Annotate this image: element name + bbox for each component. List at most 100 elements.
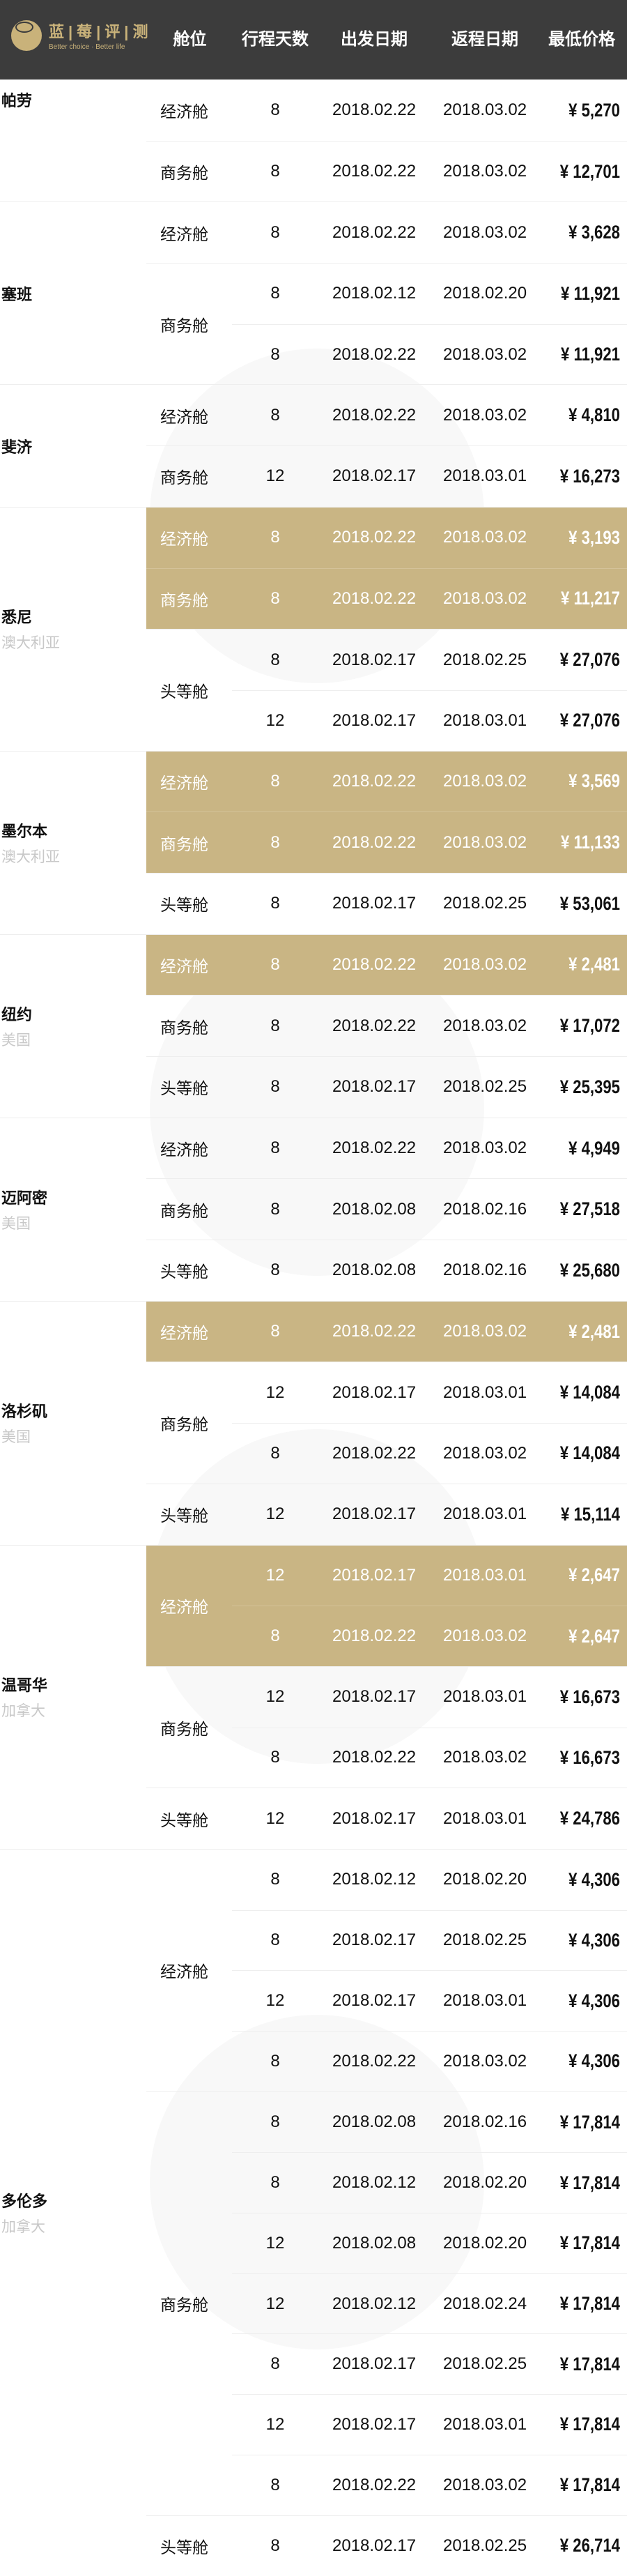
return-date: 2018.02.25 <box>443 1077 527 1097</box>
trip-days: 8 <box>247 284 303 303</box>
table-row: 82018.02.172018.02.25¥ 26,714 <box>232 2516 627 2576</box>
departure-date: 2018.02.17 <box>332 466 416 486</box>
cabin-class: 头等舱 <box>146 2516 232 2576</box>
return-date: 2018.03.02 <box>443 1444 527 1463</box>
return-date: 2018.03.02 <box>443 223 527 243</box>
cabin-block: 商务舱122018.02.172018.03.01¥ 14,08482018.0… <box>146 1362 627 1483</box>
table-row: 82018.02.172018.02.25¥ 4,306 <box>232 1910 627 1971</box>
city-name: 洛杉矶 <box>1 1399 146 1422</box>
table-row: 82018.02.222018.03.02¥ 17,814 <box>232 2455 627 2515</box>
departure-date: 2018.02.17 <box>332 1504 416 1524</box>
column-header-departure: 出发日期 <box>332 0 416 79</box>
cabin-list: 经济舱82018.02.222018.03.02¥ 2,481商务舱82018.… <box>146 935 627 1118</box>
trip-days: 8 <box>247 1077 303 1097</box>
return-date: 2018.03.02 <box>443 772 527 791</box>
city-group: 洛杉矶美国经济舱82018.02.222018.03.02¥ 2,481商务舱1… <box>0 1301 627 1545</box>
return-date: 2018.02.20 <box>443 284 527 303</box>
departure-date: 2018.02.08 <box>332 2234 416 2253</box>
return-date: 2018.03.01 <box>443 1991 527 2011</box>
lowest-price: ¥ 14,084 <box>540 1442 620 1464</box>
return-date: 2018.03.02 <box>443 955 527 975</box>
fare-rows: 122018.02.172018.03.01¥ 16,273 <box>232 446 627 507</box>
city-group: 迈阿密美国经济舱82018.02.222018.03.02¥ 4,949商务舱8… <box>0 1118 627 1301</box>
cabin-class: 经济舱 <box>146 80 232 141</box>
table-row: 82018.02.222018.03.02¥ 4,810 <box>232 385 627 445</box>
table-row: 82018.02.222018.03.02¥ 3,193 <box>232 508 627 568</box>
trip-days: 12 <box>247 1991 303 2011</box>
city-name: 斐济 <box>1 435 146 457</box>
cabin-class: 头等舱 <box>146 1788 232 1849</box>
trip-days: 8 <box>247 894 303 913</box>
cabin-class: 商务舱 <box>146 569 232 630</box>
price-table: 帕劳经济舱82018.02.222018.03.02¥ 5,270商务舱8201… <box>0 79 627 2576</box>
fare-rows: 82018.02.122018.02.20¥ 11,92182018.02.22… <box>232 264 627 384</box>
departure-date: 2018.02.17 <box>332 1809 416 1829</box>
lowest-price: ¥ 3,193 <box>540 527 620 549</box>
return-date: 2018.02.25 <box>443 650 527 670</box>
departure-date: 2018.02.12 <box>332 2173 416 2193</box>
lowest-price: ¥ 3,628 <box>540 222 620 243</box>
country-name: 美国 <box>1 1212 146 1233</box>
city-cell: 悉尼澳大利亚 <box>0 508 146 751</box>
cabin-block: 头等舱82018.02.172018.02.25¥ 53,061 <box>146 873 627 934</box>
table-row: 122018.02.172018.03.01¥ 14,084 <box>232 1362 627 1423</box>
lowest-price: ¥ 4,306 <box>540 1990 620 2012</box>
trip-days: 8 <box>247 345 303 365</box>
table-row: 82018.02.172018.02.25¥ 27,076 <box>232 630 627 690</box>
lowest-price: ¥ 15,114 <box>540 1504 620 1525</box>
return-date: 2018.03.02 <box>443 406 527 425</box>
trip-days: 8 <box>247 2052 303 2071</box>
trip-days: 12 <box>247 466 303 486</box>
lowest-price: ¥ 11,217 <box>540 588 620 609</box>
departure-date: 2018.02.22 <box>332 2476 416 2495</box>
cabin-block: 头等舱82018.02.172018.02.25¥ 26,714 <box>146 2515 627 2576</box>
cabin-class: 头等舱 <box>146 874 232 934</box>
table-row: 122018.02.172018.03.01¥ 24,786 <box>232 1788 627 1849</box>
table-row: 82018.02.222018.03.02¥ 2,481 <box>232 1302 627 1362</box>
return-date: 2018.03.02 <box>443 1322 527 1341</box>
table-row: 82018.02.222018.03.02¥ 17,072 <box>232 996 627 1056</box>
cabin-list: 经济舱82018.02.122018.02.20¥ 4,30682018.02.… <box>146 1850 627 2576</box>
table-row: 82018.02.082018.02.16¥ 17,814 <box>232 2092 627 2153</box>
return-date: 2018.03.02 <box>443 100 527 120</box>
table-row: 82018.02.222018.03.02¥ 11,921 <box>232 324 627 385</box>
cabin-class: 商务舱 <box>146 446 232 507</box>
lowest-price: ¥ 14,084 <box>540 1382 620 1403</box>
trip-days: 8 <box>247 406 303 425</box>
cabin-class: 经济舱 <box>146 1850 232 2091</box>
cabin-class: 头等舱 <box>146 1057 232 1118</box>
table-row: 122018.02.122018.02.24¥ 17,814 <box>232 2273 627 2334</box>
city-cell: 斐济 <box>0 385 146 506</box>
trip-days: 8 <box>247 1200 303 1219</box>
lowest-price: ¥ 27,076 <box>540 649 620 671</box>
city-group: 悉尼澳大利亚经济舱82018.02.222018.03.02¥ 3,193商务舱… <box>0 507 627 751</box>
cabin-class: 经济舱 <box>146 385 232 445</box>
city-cell: 塞班 <box>0 202 146 384</box>
departure-date: 2018.02.17 <box>332 894 416 913</box>
cabin-class: 商务舱 <box>146 1362 232 1483</box>
departure-date: 2018.02.22 <box>332 100 416 120</box>
city-group: 纽约美国经济舱82018.02.222018.03.02¥ 2,481商务舱82… <box>0 934 627 1118</box>
table-row: 122018.02.172018.03.01¥ 2,647 <box>232 1546 627 1606</box>
table-row: 122018.02.172018.03.01¥ 27,076 <box>232 690 627 751</box>
lowest-price: ¥ 17,814 <box>540 2293 620 2315</box>
fare-rows: 82018.02.222018.03.02¥ 11,217 <box>232 569 627 630</box>
return-date: 2018.03.02 <box>443 162 527 181</box>
cabin-class: 经济舱 <box>146 1118 232 1179</box>
lowest-price: ¥ 17,814 <box>540 2414 620 2435</box>
logo-slogan: Better choice · Better life <box>49 43 152 51</box>
cabin-class: 经济舱 <box>146 1546 232 1666</box>
cabin-list: 经济舱82018.02.222018.03.02¥ 3,569商务舱82018.… <box>146 752 627 934</box>
trip-days: 8 <box>247 100 303 120</box>
cabin-class: 经济舱 <box>146 752 232 812</box>
cabin-class: 经济舱 <box>146 1302 232 1362</box>
departure-date: 2018.02.22 <box>332 528 416 547</box>
trip-days: 12 <box>247 1809 303 1829</box>
cabin-list: 经济舱82018.02.222018.03.02¥ 5,270商务舱82018.… <box>146 80 627 201</box>
lowest-price: ¥ 16,673 <box>540 1747 620 1769</box>
return-date: 2018.03.02 <box>443 1138 527 1158</box>
blueberry-logo-icon <box>11 20 42 51</box>
table-row: 82018.02.172018.02.25¥ 53,061 <box>232 874 627 934</box>
city-name: 多伦多 <box>1 2189 146 2211</box>
trip-days: 8 <box>247 2112 303 2132</box>
